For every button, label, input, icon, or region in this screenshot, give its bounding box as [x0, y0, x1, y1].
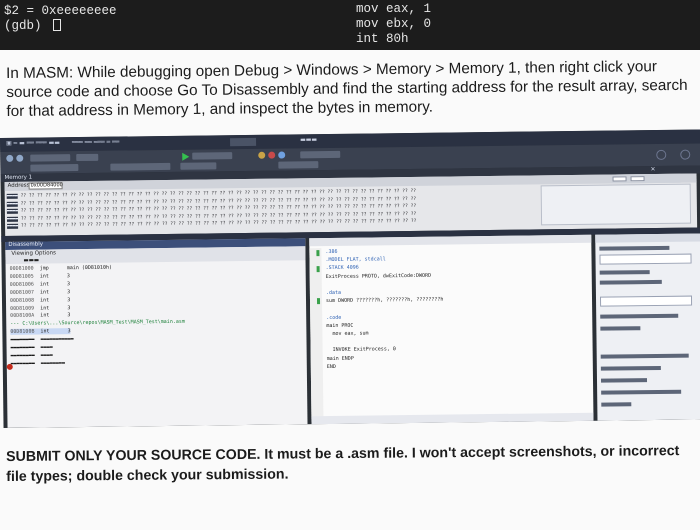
asm-snippet: mov eax, 1 mov ebx, 0 int 80h [356, 2, 431, 47]
step-toolbar[interactable] [300, 150, 341, 159]
solution-explorer-header[interactable] [595, 233, 700, 243]
gdb-prompt: (gdb) [4, 19, 50, 33]
property-row[interactable] [600, 353, 689, 359]
pause-icon[interactable] [258, 151, 266, 159]
stack-frame-dropdown[interactable] [180, 162, 217, 170]
address-input[interactable]: 0x00D84000 [28, 182, 63, 190]
disassembly-window: Disassembly Viewing Options ▬▬▬ 00D81000… [5, 238, 308, 428]
disassembly-listing[interactable]: 00D81000 jmp main (0D81010h) 00D81005 in… [10, 264, 186, 369]
gdb-register-line: $2 = 0xeeeeeeee [4, 4, 117, 18]
disasm-row: 00D81000 jmp main (0D81010h) [9, 264, 113, 272]
search-box[interactable] [230, 137, 257, 147]
thread-dropdown[interactable] [110, 162, 171, 171]
asm-line: int 80h [356, 32, 409, 46]
back-icon[interactable] [6, 154, 14, 162]
config-dropdown[interactable] [30, 154, 71, 162]
asm-line: mov eax, 1 [356, 2, 432, 16]
editor-gutter[interactable] [309, 248, 324, 425]
disasm-row: 00D81006 int 3 [9, 280, 71, 288]
menu-item[interactable]: ▣ ═ ▬ ══ ═══ ▬▬ [6, 139, 60, 147]
viewing-options-bar: Viewing Options ▬▬▬ [5, 246, 306, 264]
change-marker [316, 250, 320, 257]
ide-menu-bar[interactable]: ▣ ═ ▬ ══ ═══ ▬▬ ═══ ══ ═══ ═ ══ [6, 139, 119, 147]
breakpoint-icon[interactable] [6, 363, 13, 370]
disasm-row: 00D81008 int 3 [9, 296, 71, 304]
platform-dropdown[interactable] [76, 153, 99, 162]
visual-studio-screenshot: ▣ ═ ▬ ══ ═══ ▬▬ ═══ ══ ═══ ═ ══ ▬▬▬ Memo… [0, 129, 700, 428]
editor-status-bar [311, 412, 594, 425]
viewing-options-label[interactable]: Viewing Options [11, 250, 56, 257]
submission-note: SUBMIT ONLY YOUR SOURCE CODE. It must be… [6, 443, 680, 485]
source-file-comment: --- C:\Users\...\Source\repos\MASM_Test\… [10, 319, 185, 328]
gdb-output: $2 = 0xeeeeeeee (gdb) [4, 4, 117, 34]
address-field[interactable]: ▬▬▬ [23, 258, 39, 264]
memory-columns-control[interactable] [610, 173, 681, 184]
tree-item[interactable] [600, 326, 641, 331]
window-control-icon[interactable] [680, 149, 691, 160]
continue-icon[interactable] [182, 152, 190, 161]
disasm-row: 00D81005 int 3 [9, 273, 70, 280]
gdb-prompt-line[interactable]: (gdb) [4, 19, 117, 34]
continue-button[interactable] [192, 152, 233, 160]
change-marker [316, 298, 321, 305]
columns-dropdown[interactable] [612, 176, 627, 182]
terminal-window: $2 = 0xeeeeeeee (gdb) mov eax, 1 mov ebx, … [0, 0, 700, 50]
property-row[interactable] [601, 402, 632, 407]
tree-item[interactable] [599, 279, 662, 285]
asm-line: mov ebx, 0 [356, 17, 432, 31]
instructions-text: In MASM: While debugging open Debug > Wi… [6, 58, 688, 120]
stack-frame-dropdown-2[interactable] [278, 161, 319, 169]
window-control-icon[interactable] [656, 149, 667, 160]
property-row[interactable] [600, 365, 661, 371]
properties-box[interactable] [599, 295, 693, 307]
project-name: ▬▬▬ [300, 136, 318, 144]
property-row[interactable] [600, 378, 648, 383]
current-instruction-row: 00D8100B int 3 [10, 328, 71, 336]
code-listing[interactable]: .386 .MODEL FLAT, stdcall .STACK 4096 Ex… [325, 247, 444, 371]
close-icon[interactable]: ✕ [650, 166, 655, 173]
solution-search-box[interactable] [599, 253, 692, 265]
refresh-icon[interactable] [630, 176, 645, 182]
memory-ascii-column[interactable] [540, 183, 692, 226]
tree-item[interactable] [599, 270, 650, 275]
disasm-row: 00D81007 int 3 [9, 288, 71, 296]
disasm-row: 00D81009 int 3 [10, 304, 71, 312]
process-dropdown[interactable] [30, 164, 79, 172]
stop-icon[interactable] [268, 151, 276, 159]
disassembly-title: Disassembly [8, 241, 44, 248]
change-marker [316, 266, 320, 273]
solution-toolbar[interactable] [599, 245, 670, 251]
disasm-row: 00D8100A int 3 [10, 312, 71, 320]
restart-icon[interactable] [278, 151, 286, 159]
memory-window: Address: 0x00D84000 ▬▬▬▬ ?? ?? ?? ?? ?? … [4, 173, 698, 236]
memory-window-title[interactable]: Memory 1 [4, 175, 32, 181]
forward-icon[interactable] [16, 154, 24, 162]
tree-item[interactable] [600, 313, 679, 319]
menu-item[interactable]: ═══ ══ ═══ ═ ══ [72, 139, 119, 147]
text-cursor-icon [53, 19, 62, 31]
property-row[interactable] [601, 389, 682, 395]
memory-hex-dump[interactable]: ▬▬▬▬ ?? ?? ?? ?? ?? ?? ?? ?? ?? ?? ?? ??… [6, 188, 417, 231]
solution-explorer [595, 233, 700, 421]
source-editor: .386 .MODEL FLAT, stdcall .STACK 4096 Ex… [309, 234, 594, 425]
